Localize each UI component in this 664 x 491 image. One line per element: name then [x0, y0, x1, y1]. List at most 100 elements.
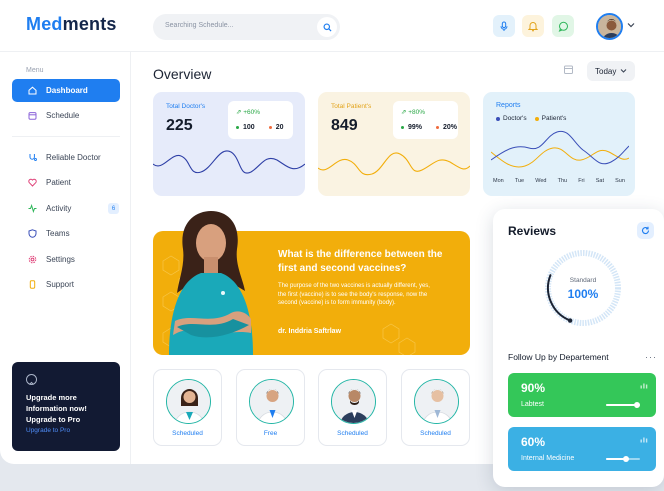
stat-primary-value: 100	[243, 124, 255, 131]
date-range-value: Today	[595, 66, 617, 76]
search-input[interactable]: Searching Schedule...	[153, 14, 340, 40]
sidebar-divider	[12, 136, 120, 137]
card-value: 849	[331, 117, 358, 134]
card-stats-box: ⇗ +60% 100 20	[228, 101, 293, 139]
orange-dot-icon	[268, 126, 272, 129]
reviews-panel: Reviews Standard 100% Follow Up by Depar…	[493, 209, 664, 487]
card-change-value: +60%	[243, 109, 261, 116]
sidebar-item-label: Patient	[46, 178, 71, 187]
blue-dot-icon	[496, 116, 500, 121]
notification-button[interactable]	[522, 15, 544, 37]
brand-logo[interactable]: Medments	[26, 14, 117, 35]
messages-button[interactable]	[552, 15, 574, 37]
bell-icon	[528, 21, 538, 31]
doctor-avatar	[166, 379, 211, 424]
brand-part1: Med	[26, 14, 63, 34]
green-dot-icon	[401, 126, 404, 129]
chevron-down-icon	[620, 69, 627, 73]
department-progress-fill	[606, 404, 637, 406]
green-dot-icon	[236, 126, 239, 129]
user-avatar[interactable]	[596, 13, 623, 40]
sidebar-item-activity[interactable]: Activity 6	[12, 197, 120, 220]
sidebar-item-reliable-doctor[interactable]: Reliable Doctor	[12, 146, 120, 169]
more-options-icon[interactable]: ···	[645, 352, 657, 362]
stat-primary-value: 99%	[408, 124, 423, 131]
doctor-status: Scheduled	[337, 430, 368, 437]
followup-title: Follow Up by Departement	[508, 352, 609, 362]
user-photo-icon	[598, 15, 621, 38]
total-patients-card[interactable]: Total Patient's 849 ⇗ +80% 99% 20%	[318, 92, 470, 196]
stat-primary: 100	[236, 124, 255, 131]
activity-count-badge: 6	[108, 203, 119, 214]
sidebar: Menu Dashboard Schedule Reliable Doctor …	[0, 52, 131, 464]
heart-icon	[28, 178, 37, 187]
stat-secondary: 20%	[436, 124, 457, 131]
upgrade-link[interactable]: Upgrade to Pro	[26, 427, 70, 434]
card-label: Total Patient's	[331, 103, 372, 110]
yellow-dot-icon	[534, 116, 539, 121]
stat-primary: 99%	[401, 124, 422, 131]
stat-secondary-value: 20	[275, 124, 284, 131]
department-card-labtest[interactable]: 90% Labtest	[508, 373, 656, 417]
search-button[interactable]	[317, 17, 337, 37]
department-progress-track	[606, 402, 640, 408]
legend-patients-label: Patient's	[541, 115, 567, 122]
chevron-down-icon[interactable]	[627, 22, 635, 28]
sidebar-item-support[interactable]: Support	[12, 273, 120, 296]
patients-sparkline	[318, 152, 470, 176]
banner-author: dr. Inddria Saftrlaw	[278, 328, 342, 335]
sidebar-item-label: Settings	[46, 255, 75, 264]
date-range-dropdown[interactable]: Today	[587, 61, 635, 81]
department-progress-knob[interactable]	[633, 402, 640, 408]
calendar-icon[interactable]	[563, 64, 574, 75]
total-doctors-card[interactable]: Total Doctor's 225 ⇗ +60% 100 20	[153, 92, 305, 196]
day-label: Sun	[615, 178, 625, 184]
doctor-photo-icon	[332, 380, 375, 423]
reports-card[interactable]: Reports Doctor's Patient's Mon Tue Wed T…	[483, 92, 635, 196]
gear-icon	[28, 255, 37, 264]
top-header: Medments Searching Schedule...	[0, 0, 664, 52]
arrow-up-icon	[26, 374, 37, 385]
sidebar-item-label: Teams	[46, 229, 70, 238]
sidebar-item-teams[interactable]: Teams	[12, 222, 120, 245]
day-label: Fri	[578, 178, 585, 184]
department-name: Internal Medicine	[521, 455, 575, 462]
sidebar-item-label: Activity	[46, 204, 72, 213]
sidebar-item-label: Reliable Doctor	[46, 153, 101, 162]
search-placeholder: Searching Schedule...	[165, 22, 234, 29]
doctor-card[interactable]: Scheduled	[401, 369, 470, 446]
home-icon	[28, 86, 37, 95]
card-change: ⇗ +60%	[236, 108, 260, 116]
legend-patients: Patient's	[534, 115, 567, 122]
banner-heading: What is the difference between the first…	[278, 249, 443, 274]
doctor-card[interactable]: Scheduled	[318, 369, 387, 446]
gauge-value: 100%	[567, 287, 599, 301]
department-percent: 90%	[521, 381, 546, 395]
stethoscope-icon	[28, 153, 37, 162]
sidebar-item-patient[interactable]: Patient	[12, 171, 120, 194]
doctor-card[interactable]: Free	[236, 369, 305, 446]
card-change: ⇗ +80%	[401, 108, 425, 116]
doctor-avatar	[249, 379, 294, 424]
brand-part2: ments	[62, 14, 117, 34]
sidebar-item-label: Support	[46, 280, 75, 289]
activity-icon	[28, 204, 37, 213]
refresh-icon	[641, 226, 650, 235]
sidebar-item-settings[interactable]: Settings	[12, 248, 120, 271]
department-progress-knob[interactable]	[623, 456, 630, 462]
doctor-photo-icon	[415, 380, 458, 423]
card-label: Total Doctor's	[166, 103, 206, 110]
microphone-button[interactable]	[493, 15, 515, 37]
sidebar-item-dashboard[interactable]: Dashboard	[12, 79, 120, 102]
upgrade-text: Upgrade more Information now! Upgrade to…	[26, 393, 87, 424]
day-label: Mon	[493, 178, 504, 184]
doctor-photo-icon	[167, 380, 210, 423]
sidebar-item-schedule[interactable]: Schedule	[12, 104, 120, 127]
department-card-internal-medicine[interactable]: 60% Internal Medicine	[508, 427, 656, 471]
doctor-card[interactable]: Scheduled	[153, 369, 222, 446]
department-percent: 60%	[521, 435, 546, 449]
banner-body: The purpose of the two vaccines is actua…	[278, 283, 430, 306]
chat-icon	[558, 21, 568, 32]
refresh-button[interactable]	[637, 222, 654, 239]
legend-doctors: Doctor's	[496, 115, 527, 122]
